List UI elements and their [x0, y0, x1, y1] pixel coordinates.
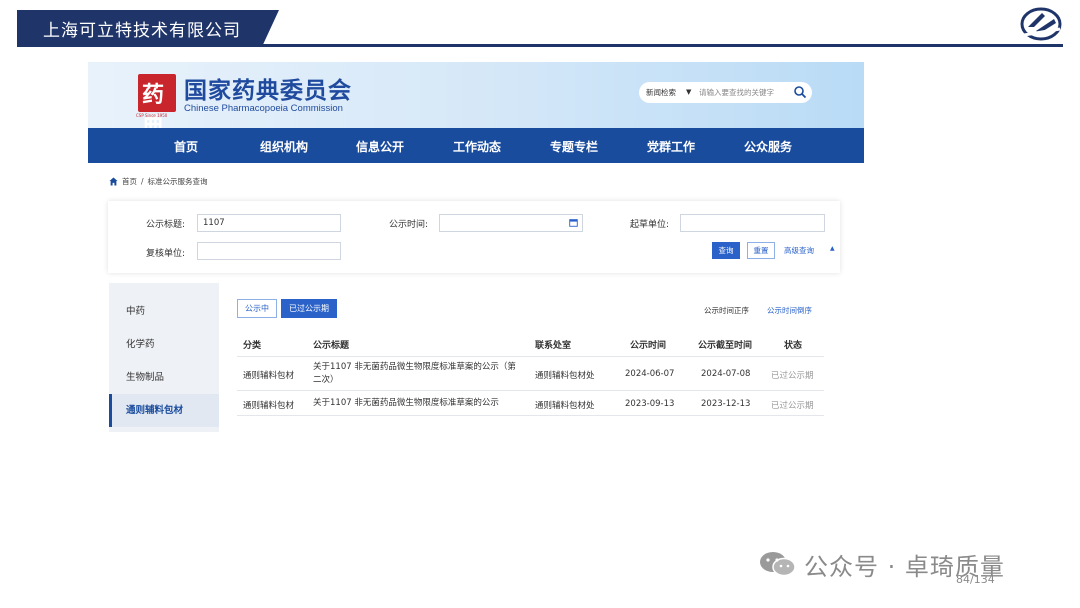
sidebar-item-chemical[interactable]: 化学药 [109, 328, 219, 361]
table-header: 分类 公示标题 联系处室 公示时间 公示截至时间 状态 [237, 329, 824, 357]
row-status: 已过公示期 [771, 401, 814, 411]
table-row[interactable]: 通则辅料包材 关于1107 非无菌药品微生物限度标准草案的公示 通则辅料包材处 … [237, 391, 824, 416]
site-name-chinese[interactable]: 国家药典委员会 [184, 71, 352, 105]
nav-item-organization[interactable]: 组织机构 [260, 138, 308, 155]
column-header-status: 状态 [784, 341, 803, 351]
nav-item-topics[interactable]: 专题专栏 [550, 138, 598, 155]
page-number: 84/134 [956, 573, 995, 586]
sidebar-item-tcm[interactable]: 中药 [109, 295, 219, 328]
nav-item-disclosure[interactable]: 信息公开 [356, 138, 404, 155]
search-icon[interactable] [793, 85, 807, 99]
tab-in-progress[interactable]: 公示中 [237, 299, 277, 318]
home-icon[interactable] [109, 176, 118, 186]
slide-divider [17, 44, 1063, 47]
sidebar-item-general-excipients[interactable]: 通则辅料包材 [109, 394, 219, 427]
column-header-title: 公示标题 [313, 341, 350, 351]
search-button[interactable]: 查询 [712, 242, 740, 259]
row-start-date: 2024-06-07 [625, 369, 675, 379]
wechat-icon [760, 552, 796, 577]
table-row[interactable]: 通则辅料包材 关于1107 非无菌药品微生物限度标准草案的公示（第二次） 通则辅… [237, 357, 824, 391]
nav-item-public-service[interactable]: 公众服务 [744, 138, 792, 155]
row-title-link[interactable]: 关于1107 非无菌药品微生物限度标准草案的公示（第二次） [313, 361, 518, 387]
slide: 上海可立特技术有限公司 药典 CSP Since 1950 国家药典委员会 Ch… [0, 0, 1080, 608]
calendar-icon[interactable] [569, 218, 578, 227]
nav-item-party[interactable]: 党群工作 [647, 138, 695, 155]
main-nav: 首页 组织机构 信息公开 工作动态 专题专栏 党群工作 公众服务 [88, 128, 864, 163]
row-department: 通则辅料包材处 [535, 371, 595, 381]
column-header-department: 联系处室 [535, 341, 572, 351]
site-name-english[interactable]: Chinese Pharmacopoeia Commission [184, 103, 343, 114]
nav-item-home[interactable]: 首页 [174, 138, 198, 155]
breadcrumb-current: 标准公示服务查询 [147, 176, 208, 186]
seal-subtitle: CSP Since 1950 [136, 113, 168, 118]
row-category: 通则辅料包材 [243, 401, 295, 411]
row-title-link[interactable]: 关于1107 非无菌药品微生物限度标准草案的公示 [313, 397, 543, 410]
results-section: 中药 化学药 生物制品 通则辅料包材 公示中 已过公示期 公示时间正序 公示时间… [109, 283, 840, 432]
chevron-up-icon[interactable]: ▲ [830, 245, 835, 252]
row-end-date: 2024-07-08 [701, 369, 751, 379]
column-header-category: 分类 [243, 341, 262, 351]
row-start-date: 2023-09-13 [625, 399, 675, 409]
review-unit-input[interactable] [197, 242, 341, 260]
title-label: 公示标题: [146, 220, 186, 230]
chevron-down-icon[interactable]: ▼ [686, 88, 691, 96]
time-input[interactable] [439, 214, 583, 232]
website-screenshot: 药典 CSP Since 1950 国家药典委员会 Chinese Pharma… [88, 62, 864, 432]
advanced-search-link[interactable]: 高级查询 [784, 245, 814, 256]
column-header-end-date: 公示截至时间 [698, 341, 753, 351]
slide-title: 上海可立特技术有限公司 [43, 21, 241, 41]
pharmacopoeia-seal-icon: 药典 [138, 74, 176, 140]
column-header-start-date: 公示时间 [630, 341, 667, 351]
category-sidebar: 中药 化学药 生物制品 通则辅料包材 [109, 283, 219, 432]
time-label: 公示时间: [389, 220, 429, 230]
query-form: 公示标题: 公示时间: 起草单位: 复核单位: 查询 重置 高级查询 ▲ [108, 201, 840, 273]
company-logo-icon [1020, 7, 1062, 41]
search-type-select[interactable]: 新闻检索 [646, 87, 676, 98]
row-end-date: 2023-12-13 [701, 399, 751, 409]
draft-unit-label: 起草单位: [630, 220, 670, 230]
sort-ascending-link[interactable]: 公示时间正序 [704, 305, 749, 316]
breadcrumb-home[interactable]: 首页 [122, 176, 137, 187]
row-status: 已过公示期 [771, 371, 814, 381]
search-box[interactable]: 新闻检索 ▼ 请输入要查找的关键字 [639, 82, 812, 103]
reset-button[interactable]: 重置 [747, 242, 775, 259]
draft-unit-input[interactable] [680, 214, 825, 232]
row-department: 通则辅料包材处 [535, 401, 595, 411]
slide-title-bar: 上海可立特技术有限公司 [17, 10, 279, 44]
row-category: 通则辅料包材 [243, 371, 295, 381]
review-unit-label: 复核单位: [146, 249, 186, 259]
sidebar-item-biological[interactable]: 生物制品 [109, 361, 219, 394]
site-header: 药典 CSP Since 1950 国家药典委员会 Chinese Pharma… [88, 62, 864, 140]
title-input[interactable] [197, 214, 341, 232]
announcement-list: 公示中 已过公示期 公示时间正序 公示时间倒序 分类 公示标题 联系处室 公示时… [219, 283, 840, 432]
tab-expired[interactable]: 已过公示期 [281, 299, 337, 318]
sort-descending-link[interactable]: 公示时间倒序 [767, 305, 812, 316]
breadcrumb: 首页 / 标准公示服务查询 [109, 175, 208, 187]
search-input[interactable]: 请输入要查找的关键字 [699, 87, 774, 98]
breadcrumb-separator: / [141, 176, 144, 186]
nav-item-news[interactable]: 工作动态 [453, 138, 501, 155]
